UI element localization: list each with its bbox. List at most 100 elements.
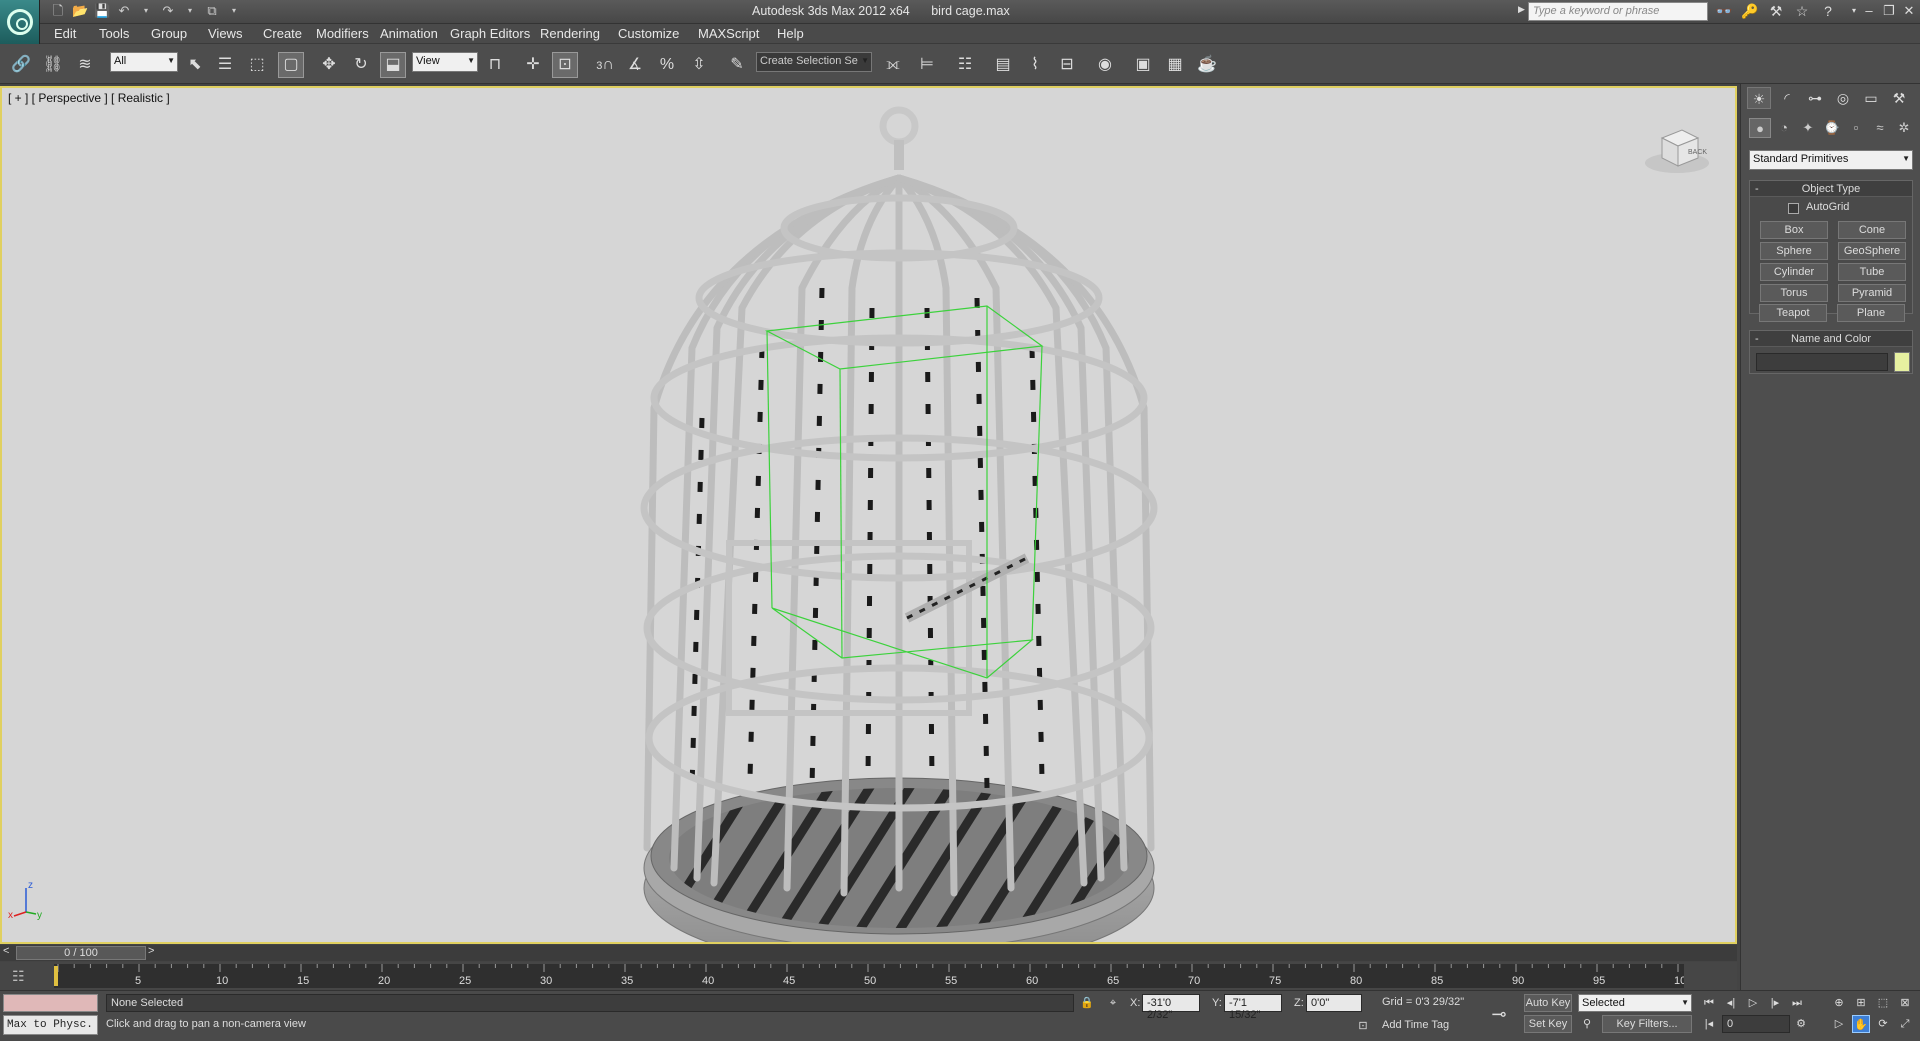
undo-icon[interactable]: ↶ [116, 3, 132, 19]
select-and-link-icon[interactable]: 🔗 [8, 52, 34, 78]
next-frame-icon[interactable]: |▸ [1766, 994, 1784, 1012]
zoom-all-icon[interactable]: ⊞ [1852, 994, 1870, 1012]
utilities-tab-icon[interactable]: ⚒ [1887, 87, 1911, 109]
menu-customize[interactable]: Customize [618, 26, 679, 41]
track-bar-timeline[interactable]: 5 10 15 20 25 30 35 40 45 50 55 60 65 70 75 80 85 90 95 100 [54, 964, 1684, 988]
cylinder-button[interactable]: Cylinder [1760, 263, 1828, 281]
graphite-ribbon-icon[interactable]: ▤ [990, 52, 1016, 78]
geosphere-button[interactable]: GeoSphere [1838, 242, 1906, 260]
current-frame-marker[interactable] [54, 966, 58, 986]
angle-snap-icon[interactable]: ∡ [622, 52, 648, 78]
add-time-tag[interactable]: Add Time Tag [1382, 1019, 1449, 1031]
select-and-scale-icon[interactable]: ⬓ [380, 52, 406, 78]
pan-view-icon[interactable]: ✋ [1852, 1015, 1870, 1033]
y-coordinate-field[interactable]: -7'1 15/32" [1224, 994, 1282, 1021]
unlink-selection-icon[interactable]: ⛓ [40, 52, 66, 78]
save-file-icon[interactable]: 💾 [94, 3, 110, 19]
window-crossing-icon[interactable]: ▢ [278, 52, 304, 78]
reference-coordinate-dropdown[interactable]: View [412, 52, 478, 72]
help-icon[interactable]: ? [1819, 2, 1837, 20]
orbit-icon[interactable]: ⟳ [1874, 1015, 1892, 1033]
named-selection-dropdown[interactable]: Create Selection Se [756, 52, 872, 72]
auto-key-button[interactable]: Auto Key [1524, 994, 1572, 1012]
new-file-icon[interactable]: 🗋 [50, 3, 66, 19]
time-tag-icon[interactable]: ⊡ [1354, 1017, 1372, 1035]
maxscript-mini-listener-pink[interactable] [3, 994, 98, 1012]
search-expand-icon[interactable]: ▶ [1518, 4, 1525, 15]
subscription-key-icon[interactable]: 🔑 [1741, 2, 1759, 20]
torus-button[interactable]: Torus [1760, 284, 1828, 302]
spinner-snap-icon[interactable]: ⇳ [686, 52, 712, 78]
snaps-toggle-icon[interactable]: 3∩ [592, 52, 618, 78]
redo-icon[interactable]: ↷ [160, 3, 176, 19]
sphere-button[interactable]: Sphere [1760, 242, 1828, 260]
menu-group[interactable]: Group [151, 26, 187, 41]
help-dropdown-icon[interactable]: ▾ [1845, 2, 1863, 20]
curve-editor-icon[interactable]: ⌇ [1022, 52, 1048, 78]
set-key-button[interactable]: Set Key [1524, 1015, 1572, 1033]
key-mode-dropdown[interactable]: Selected [1578, 994, 1692, 1012]
display-tab-icon[interactable]: ▭ [1859, 87, 1883, 109]
keyboard-shortcut-override-icon[interactable]: ⊡ [552, 52, 578, 78]
align-icon[interactable]: ⊨ [914, 52, 940, 78]
systems-icon[interactable]: ✲ [1893, 118, 1915, 138]
create-tab-icon[interactable]: ☀ [1747, 87, 1771, 109]
absolute-mode-icon[interactable]: ⌖ [1104, 994, 1122, 1012]
space-warps-icon[interactable]: ≈ [1869, 118, 1891, 138]
rectangular-selection-icon[interactable]: ⬚ [244, 52, 270, 78]
key-filters-button[interactable]: Key Filters... [1602, 1015, 1692, 1033]
percent-snap-icon[interactable]: % [654, 52, 680, 78]
rendered-frame-window-icon[interactable]: ▦ [1162, 52, 1188, 78]
time-slider[interactable]: < 0 / 100 > [0, 945, 1737, 961]
select-by-name-icon[interactable]: ☰ [212, 52, 238, 78]
object-type-title[interactable]: Object Type [1750, 181, 1912, 197]
maximize-viewport-icon[interactable]: ⤢ [1896, 1015, 1914, 1033]
communication-center-icon[interactable]: ⚒ [1767, 2, 1785, 20]
shapes-icon[interactable]: ◔ [1773, 118, 1795, 138]
cone-button[interactable]: Cone [1838, 221, 1906, 239]
field-of-view-icon[interactable]: ▷ [1830, 1015, 1848, 1033]
select-and-rotate-icon[interactable]: ↻ [348, 52, 374, 78]
favorites-star-icon[interactable]: ☆ [1793, 2, 1811, 20]
undo-dropdown-icon[interactable]: ▾ [138, 3, 154, 19]
teapot-button[interactable]: Teapot [1759, 304, 1827, 322]
set-key-mode-icon[interactable]: ⊸ [1486, 1005, 1512, 1023]
open-file-icon[interactable]: 📂 [72, 3, 88, 19]
selection-lock-icon[interactable]: 🔒 [1078, 994, 1096, 1012]
menu-graph-editors[interactable]: Graph Editors [450, 26, 530, 41]
menu-animation[interactable]: Animation [380, 26, 438, 41]
play-icon[interactable]: ▷ [1744, 994, 1762, 1012]
key-mode-toggle-icon[interactable]: |◂ [1700, 1015, 1718, 1033]
object-name-input[interactable] [1756, 353, 1888, 371]
restore-icon[interactable]: ❐ [1882, 3, 1896, 19]
menu-modifiers[interactable]: Modifiers [316, 26, 369, 41]
previous-frame-icon[interactable]: ◂| [1722, 994, 1740, 1012]
cameras-icon[interactable]: ⌚ [1821, 118, 1843, 138]
selection-filter-dropdown[interactable]: All [110, 52, 178, 72]
go-to-start-icon[interactable]: ⏮ [1700, 994, 1718, 1012]
x-coordinate-field[interactable]: -31'0 2/32" [1142, 994, 1200, 1021]
motion-tab-icon[interactable]: ◎ [1831, 87, 1855, 109]
maxscript-mini-listener[interactable]: Max to Physc. [3, 1015, 98, 1035]
time-configuration-icon[interactable]: ⚙ [1792, 1015, 1810, 1033]
time-slider-next-icon[interactable]: > [148, 945, 154, 957]
go-to-end-icon[interactable]: ⏭ [1788, 994, 1806, 1012]
menu-rendering[interactable]: Rendering [540, 26, 600, 41]
viewcube[interactable]: BACK [1642, 118, 1712, 178]
geometry-icon[interactable]: ● [1749, 118, 1771, 138]
time-slider-thumb[interactable]: 0 / 100 [16, 946, 146, 960]
current-frame-field[interactable]: 0 [1722, 1015, 1790, 1033]
render-production-icon[interactable]: ☕ [1194, 52, 1220, 78]
z-coordinate-field[interactable]: 0'0" [1306, 994, 1362, 1012]
lights-icon[interactable]: ✦ [1797, 118, 1819, 138]
render-setup-icon[interactable]: ▣ [1130, 52, 1156, 78]
layer-manager-icon[interactable]: ☷ [952, 52, 978, 78]
menu-tools[interactable]: Tools [99, 26, 129, 41]
mirror-icon[interactable]: ⟗ [880, 52, 906, 78]
select-and-move-icon[interactable]: ✥ [316, 52, 342, 78]
edit-named-selection-icon[interactable]: ✎ [724, 52, 750, 78]
time-slider-prev-icon[interactable]: < [3, 945, 9, 957]
minimize-icon[interactable]: – [1862, 3, 1876, 19]
autogrid-checkbox[interactable] [1788, 203, 1799, 214]
project-folder-icon[interactable]: ⧉ [204, 3, 220, 19]
